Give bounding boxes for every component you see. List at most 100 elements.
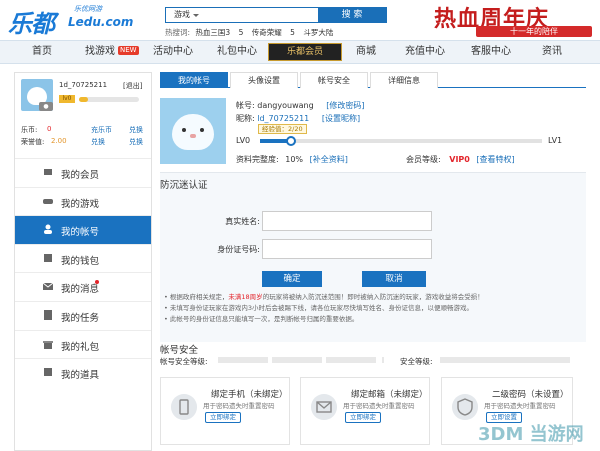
tab-my-account[interactable]: 我的帐号 [160, 72, 228, 88]
nav-shop[interactable]: 商城 [348, 41, 384, 63]
sidebar-item-label: 我的会员 [61, 170, 100, 181]
note-2: • 未填写身份证玩家在游戏内3小时后会被踢下线，请各位玩家尽快填写姓名、身份证信… [164, 304, 474, 312]
username: 1d_70725211 [59, 81, 108, 89]
member-level-row: 会员等级: VIP0 [查看特权] [406, 154, 515, 165]
honor-value: 2.00 [51, 137, 67, 145]
sidebar-item-games[interactable]: 我的游戏 [15, 186, 151, 216]
view-privileges-link[interactable]: [查看特权] [476, 155, 514, 164]
hot-term[interactable]: 热血三国3 [195, 28, 230, 37]
completeness-value: 10% [285, 155, 304, 164]
cancel-button[interactable]: 取消 [362, 271, 426, 287]
anti-addiction-section: 防沉迷认证 真实姓名: 身份证号码: 确定 取消 • 根据政府相关规定，未满18… [160, 172, 586, 342]
honor-label: 荣誉值: [21, 138, 45, 146]
exchange-honor-link[interactable]: 兑换 [91, 137, 105, 147]
bind-phone-button[interactable]: 立即绑定 [205, 412, 241, 423]
confirm-button[interactable]: 确定 [262, 271, 322, 287]
nav-gifts[interactable]: 礼包中心 [212, 41, 262, 63]
sidebar-item-label: 我的消息 [61, 284, 100, 296]
sidebar-item-wallet[interactable]: 我的钱包 [15, 243, 151, 273]
hot-term[interactable]: 斗罗大陆 [303, 28, 333, 37]
logout-link[interactable]: [退出] [123, 81, 142, 91]
security-bar-segment [382, 357, 384, 363]
hot-term[interactable]: 传奇荣耀 [252, 28, 282, 37]
exp-progress-bar [260, 139, 542, 143]
sidebar-item-label: 我的钱包 [61, 255, 100, 267]
level-end: LV1 [548, 136, 563, 145]
task-icon [44, 309, 52, 320]
set-nickname-link[interactable]: [设置昵称] [322, 114, 360, 123]
watermark: 3DM 当游网 [478, 424, 584, 445]
item-icon [44, 368, 52, 377]
sidebar-item-account[interactable]: 我的帐号 [15, 215, 151, 244]
site-header: 乐都 乐优网游 Ledu.com 游戏 搜 索 热搜词: 热血三国3 5 传奇荣… [0, 0, 600, 40]
bind-email-button[interactable]: 立即绑定 [345, 412, 381, 423]
nickname-row: 昵称: ld_70725211 [设置昵称] [236, 113, 360, 124]
nav-member-brand[interactable]: 乐都会员 [268, 43, 342, 61]
gamepad-icon [43, 198, 53, 204]
real-name-label: 真实姓名: [225, 217, 260, 226]
id-number-label: 身份证号码: [217, 245, 260, 254]
hot-term[interactable]: 5 [239, 28, 244, 37]
sidebar-item-member[interactable]: 我的会员 [15, 158, 151, 187]
logo-domain: Ledu.com [68, 15, 134, 29]
coins-value: 0 [47, 125, 52, 133]
hot-search-terms: 热搜词: 热血三国3 5 传奇荣耀 5 斗罗大陆 [165, 27, 339, 38]
tab-details[interactable]: 详细信息 [370, 72, 438, 88]
card-title: 绑定邮箱（未绑定） [351, 390, 428, 400]
card-title: 二级密码（未设置） [492, 390, 569, 400]
sidebar-item-messages[interactable]: 我的消息 [15, 272, 151, 301]
nav-recharge[interactable]: 充值中心 [400, 41, 450, 63]
logo-text: 乐都 [8, 10, 55, 38]
gift-icon [43, 340, 53, 349]
sidebar-item-gifts[interactable]: 我的礼包 [15, 329, 151, 359]
anti-addiction-title: 防沉迷认证 [160, 180, 208, 191]
avatar-lock-icon: ● [39, 102, 53, 111]
nav-support[interactable]: 客服中心 [466, 41, 516, 63]
security-title: 帐号安全 [160, 345, 199, 356]
account-value: dangyouwang [257, 101, 314, 110]
main-content: 我的帐号 头像设置 帐号安全 详细信息 帐号: dangyouwang [修改密… [160, 72, 586, 451]
account-tabs: 我的帐号 头像设置 帐号安全 详细信息 [160, 72, 586, 88]
side-menu: 我的会员 我的游戏 我的帐号 我的钱包 我的消息 我的任务 我的礼包 我的道具 [15, 158, 151, 387]
tab-avatar[interactable]: 头像设置 [230, 72, 298, 88]
completeness-row: 资料完整度: 10% [补全资料] [236, 154, 348, 165]
profile-avatar[interactable] [160, 98, 226, 164]
card-desc: 用于密码遗失时重置密码 [203, 402, 275, 410]
note-1: • 根据政府相关规定，未满18周岁的玩家将被纳入防沉迷范围！即时被纳入防沉迷的玩… [164, 293, 484, 301]
sidebar-item-label: 我的礼包 [61, 341, 100, 353]
nav-home[interactable]: 首页 [22, 41, 62, 63]
exp-tooltip: 经验值：2/20 [258, 124, 307, 134]
change-password-link[interactable]: [修改密码] [326, 101, 364, 110]
search-category-select[interactable]: 游戏 [166, 8, 199, 22]
anti-addiction-notes: • 根据政府相关规定，未满18周岁的玩家将被纳入防沉迷范围！即时被纳入防沉迷的玩… [164, 292, 584, 325]
avatar[interactable]: ● [21, 79, 53, 111]
level-progress-fill [79, 97, 88, 102]
card-desc: 用于密码遗失时重置密码 [343, 402, 415, 410]
real-name-input[interactable] [262, 211, 432, 231]
sidebar-item-items[interactable]: 我的道具 [15, 358, 151, 387]
site-logo[interactable]: 乐都 乐优网游 Ledu.com [8, 4, 133, 38]
sidebar: ● 1d_70725211 [退出] lv0 乐币: 0 充乐币 兑换 荣誉值:… [14, 72, 152, 451]
search-button[interactable]: 搜 索 [318, 7, 386, 23]
hot-term[interactable]: 5 [290, 28, 295, 37]
tab-security[interactable]: 帐号安全 [300, 72, 368, 88]
complete-profile-link[interactable]: [补全资料] [310, 155, 348, 164]
id-number-input[interactable] [262, 239, 432, 259]
note-3: • 此帐号的身份证信息只能填写一次，是判断帐号归属的重要依据。 [164, 315, 359, 323]
exchange-coins-link[interactable]: 兑换 [129, 125, 143, 135]
sidebar-item-label: 我的道具 [61, 370, 100, 382]
nav-news[interactable]: 资讯 [534, 41, 570, 63]
wallet-icon [44, 253, 52, 262]
security-level-text: 安全等级: [400, 357, 433, 366]
user-icon [44, 224, 52, 235]
nav-find-games[interactable]: 找游戏 [80, 41, 120, 63]
banner-subtitle: 十一年的陪伴 [476, 26, 592, 37]
nav-events[interactable]: 活动中心 [148, 41, 198, 63]
exp-progress-handle [286, 136, 296, 146]
main-nav: 首页 找游戏 NEW 活动中心 礼包中心 乐都会员 商城 充值中心 客服中心 资… [0, 40, 600, 64]
security-level-label: 帐号安全等级: [160, 357, 208, 366]
recharge-coins-link[interactable]: 充乐币 [91, 125, 112, 135]
sidebar-item-tasks[interactable]: 我的任务 [15, 300, 151, 330]
exchange-honor-link-2[interactable]: 兑换 [129, 137, 143, 147]
anniversary-banner[interactable]: 热血周年庆 十一年的陪伴 [420, 0, 600, 40]
